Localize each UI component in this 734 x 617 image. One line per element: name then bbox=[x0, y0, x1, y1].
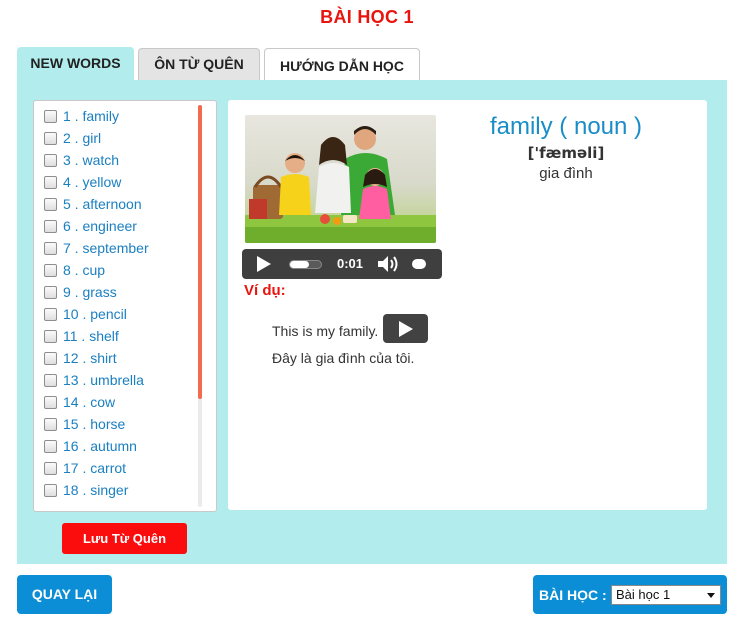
word-list-item[interactable]: 9 . grass bbox=[34, 281, 194, 303]
word-checkbox[interactable] bbox=[44, 175, 57, 189]
family-photo-illustration bbox=[245, 115, 436, 243]
lesson-label: BÀI HỌC : bbox=[539, 587, 607, 603]
word-list-item[interactable]: 14 . cow bbox=[34, 391, 194, 413]
word-checkbox[interactable] bbox=[44, 131, 57, 145]
audio-progress-bar[interactable] bbox=[289, 260, 322, 269]
word-label[interactable]: 12 . shirt bbox=[63, 350, 117, 366]
tab-study-guide[interactable]: HƯỚNG DẪN HỌC bbox=[264, 48, 420, 80]
word-label[interactable]: 13 . umbrella bbox=[63, 372, 144, 388]
word-list: 1 . family 2 . girl 3 . watch 4 . yellow 5 .… bbox=[33, 100, 217, 512]
word-label[interactable]: 8 . cup bbox=[63, 262, 105, 278]
word-checkbox[interactable] bbox=[44, 395, 57, 409]
volume-slider[interactable] bbox=[412, 259, 426, 269]
word-label[interactable]: 5 . afternoon bbox=[63, 196, 142, 212]
example-label: Ví dụ: bbox=[244, 282, 286, 299]
word-list-item[interactable]: 13 . umbrella bbox=[34, 369, 194, 391]
scrollbar[interactable] bbox=[198, 105, 202, 507]
word-label[interactable]: 1 . family bbox=[63, 108, 119, 124]
audio-time: 0:01 bbox=[337, 256, 364, 271]
word-label[interactable]: 18 . singer bbox=[63, 482, 128, 498]
word-checkbox[interactable] bbox=[44, 461, 57, 475]
word-checkbox[interactable] bbox=[44, 439, 57, 453]
word-list-item[interactable]: 4 . yellow bbox=[34, 171, 194, 193]
word-list-item[interactable]: 10 . pencil bbox=[34, 303, 194, 325]
word-list-item[interactable]: 15 . horse bbox=[34, 413, 194, 435]
word-list-item[interactable]: 5 . afternoon bbox=[34, 193, 194, 215]
word-label[interactable]: 3 . watch bbox=[63, 152, 119, 168]
word-checkbox[interactable] bbox=[44, 307, 57, 321]
word-checkbox[interactable] bbox=[44, 241, 57, 255]
family-photo bbox=[245, 115, 436, 243]
audio-player: 0:01 bbox=[242, 249, 442, 279]
word-list-item[interactable]: 12 . shirt bbox=[34, 347, 194, 369]
word-label[interactable]: 6 . engineer bbox=[63, 218, 137, 234]
word-label[interactable]: 14 . cow bbox=[63, 394, 115, 410]
word-checkbox[interactable] bbox=[44, 373, 57, 387]
word-checkbox[interactable] bbox=[44, 197, 57, 211]
word-checkbox[interactable] bbox=[44, 219, 57, 233]
page-title: BÀI HỌC 1 bbox=[320, 7, 414, 27]
tab-review-forgotten[interactable]: ÔN TỪ QUÊN bbox=[138, 48, 260, 80]
back-button[interactable]: QUAY LẠI bbox=[17, 575, 112, 614]
word-list-item[interactable]: 8 . cup bbox=[34, 259, 194, 281]
lesson-dropdown[interactable]: Bài học 1 bbox=[611, 585, 721, 605]
word-checkbox[interactable] bbox=[44, 109, 57, 123]
word-list-item[interactable]: 2 . girl bbox=[34, 127, 194, 149]
word-checkbox[interactable] bbox=[44, 153, 57, 167]
volume-icon[interactable] bbox=[377, 255, 401, 273]
word-label[interactable]: 11 . shelf bbox=[63, 328, 119, 344]
word-label[interactable]: 15 . horse bbox=[63, 416, 125, 432]
word-list-item[interactable]: 17 . carrot bbox=[34, 457, 194, 479]
chevron-down-icon bbox=[707, 593, 715, 598]
audio-progress-fill bbox=[290, 261, 309, 268]
word-checkbox[interactable] bbox=[44, 263, 57, 277]
example-sentence-vi: Đây là gia đình của tôi. bbox=[272, 350, 415, 366]
word-checkbox[interactable] bbox=[44, 285, 57, 299]
example-play-button[interactable] bbox=[383, 314, 428, 343]
word-checkbox[interactable] bbox=[44, 417, 57, 431]
word-label[interactable]: 7 . september bbox=[63, 240, 149, 256]
word-list-item[interactable]: 16 . autumn bbox=[34, 435, 194, 457]
lesson-selector: BÀI HỌC : Bài học 1 bbox=[533, 575, 727, 614]
example-sentence-en: This is my family. bbox=[272, 323, 379, 339]
word-list-item[interactable]: 6 . engineer bbox=[34, 215, 194, 237]
lesson-panel: 1 . family 2 . girl 3 . watch 4 . yellow 5 .… bbox=[17, 80, 727, 564]
lesson-dropdown-value: Bài học 1 bbox=[616, 587, 671, 602]
save-forgotten-words-button[interactable]: Lưu Từ Quên bbox=[62, 523, 187, 554]
word-detail-card: 0:01 family ( noun ) ['fæməli] gia đình … bbox=[228, 100, 707, 510]
word-phonetic: ['fæməli] bbox=[527, 144, 605, 162]
word-list-item[interactable]: 7 . september bbox=[34, 237, 194, 259]
word-list-item[interactable]: 3 . watch bbox=[34, 149, 194, 171]
word-label[interactable]: 10 . pencil bbox=[63, 306, 127, 322]
word-list-items: 1 . family 2 . girl 3 . watch 4 . yellow 5 .… bbox=[34, 105, 194, 501]
word-checkbox[interactable] bbox=[44, 483, 57, 497]
word-label[interactable]: 16 . autumn bbox=[63, 438, 137, 454]
word-label[interactable]: 4 . yellow bbox=[63, 174, 121, 190]
play-icon[interactable] bbox=[257, 256, 271, 272]
word-checkbox[interactable] bbox=[44, 351, 57, 365]
word-label[interactable]: 9 . grass bbox=[63, 284, 117, 300]
word-checkbox[interactable] bbox=[44, 329, 57, 343]
word-label[interactable]: 2 . girl bbox=[63, 130, 101, 146]
word-list-item[interactable]: 1 . family bbox=[34, 105, 194, 127]
tab-new-words[interactable]: NEW WORDS bbox=[17, 47, 134, 80]
word-meaning: gia đình bbox=[539, 165, 593, 182]
word-heading: family ( noun ) bbox=[489, 113, 643, 140]
word-label[interactable]: 17 . carrot bbox=[63, 460, 126, 476]
word-list-item[interactable]: 18 . singer bbox=[34, 479, 194, 501]
word-list-item[interactable]: 11 . shelf bbox=[34, 325, 194, 347]
scrollbar-thumb[interactable] bbox=[198, 105, 202, 399]
